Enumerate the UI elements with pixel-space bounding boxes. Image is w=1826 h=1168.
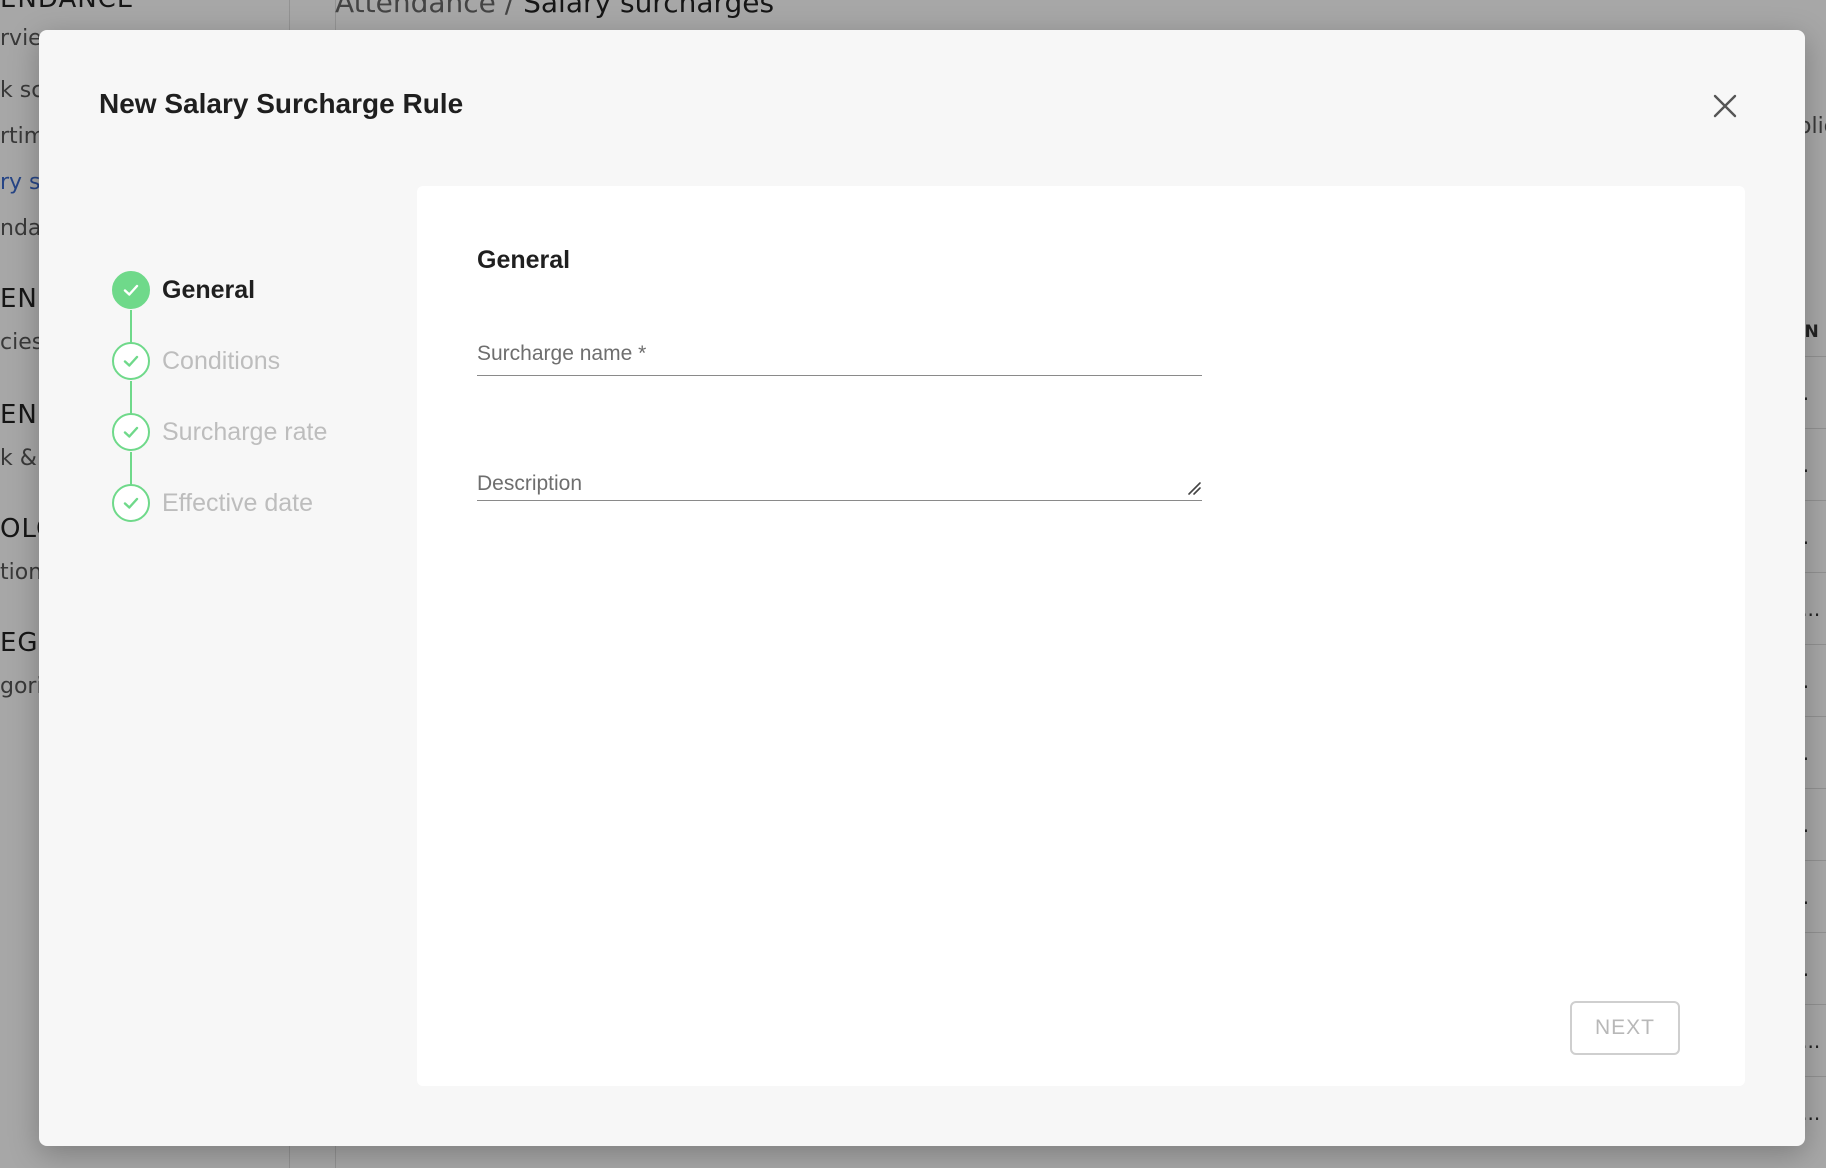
description-input[interactable] — [477, 469, 1202, 499]
step-general[interactable]: General — [112, 270, 255, 310]
section-title: General — [477, 246, 571, 274]
new-surcharge-modal: New Salary Surcharge Rule General Conditi… — [39, 30, 1805, 1146]
resize-handle-icon[interactable] — [1186, 480, 1202, 496]
check-icon — [123, 284, 139, 296]
close-button[interactable] — [1707, 88, 1743, 124]
description-field — [477, 469, 1202, 501]
step-conditions[interactable]: Conditions — [112, 341, 280, 381]
check-icon — [123, 355, 139, 367]
step-indicator — [112, 413, 150, 451]
step-label: Effective date — [162, 488, 314, 517]
surcharge-name-input[interactable] — [477, 336, 1202, 372]
step-surcharge-rate[interactable]: Surcharge rate — [112, 412, 327, 452]
close-icon — [1713, 94, 1737, 118]
step-connector — [130, 381, 132, 414]
check-icon — [123, 497, 139, 509]
next-button[interactable]: NEXT — [1570, 1001, 1680, 1055]
check-icon — [123, 426, 139, 438]
modal-title: New Salary Surcharge Rule — [99, 88, 464, 119]
step-effective-date[interactable]: Effective date — [112, 483, 313, 523]
step-indicator — [112, 484, 150, 522]
surcharge-name-field — [477, 336, 1202, 376]
step-indicator — [112, 342, 150, 380]
step-indicator — [112, 271, 150, 309]
step-connector — [130, 452, 132, 485]
form-card: General NEXT — [417, 186, 1745, 1086]
step-connector — [130, 310, 132, 343]
step-label: General — [162, 275, 256, 304]
step-label: Conditions — [162, 346, 281, 375]
step-label: Surcharge rate — [162, 417, 328, 446]
